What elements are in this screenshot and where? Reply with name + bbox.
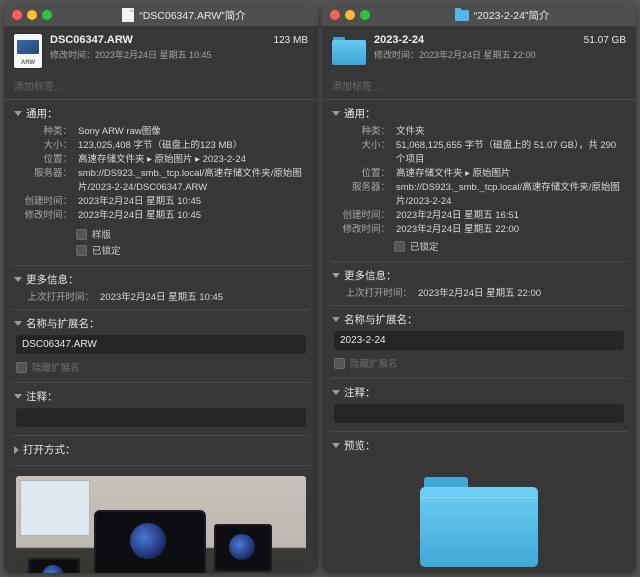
header-filename: 2023-2-24: [374, 34, 536, 46]
value-server: smb://DS923._smb._tcp.local/高速存储文件夹/原始图片…: [78, 167, 306, 195]
content-scroll[interactable]: 通用： 种类：文件夹 大小：51,068,125,655 字节（磁盘上的 51.…: [322, 100, 636, 573]
header-filename: DSC06347.ARW: [50, 34, 212, 46]
checkbox-icon: [334, 358, 345, 369]
disclosure-triangle-icon: [14, 394, 22, 399]
titlebar[interactable]: “2023-2-24”简介: [322, 4, 636, 26]
disclosure-triangle-icon: [332, 273, 340, 278]
checkbox-icon: [76, 229, 87, 240]
header-meta: DSC06347.ARW 修改时间：2023年2月24日 星期五 10:45: [50, 34, 212, 61]
window-title-text: “DSC06347.ARW”简介: [139, 8, 246, 23]
value-where: 高速存储文件夹 ▸ 原始图片: [396, 167, 624, 181]
disclosure-triangle-icon: [332, 317, 340, 322]
value-last-open: 2023年2月24日 星期五 10:45: [100, 291, 306, 305]
value-kind: Sony ARW raw图像: [78, 125, 306, 139]
section-header-name-ext[interactable]: 名称与扩展名：: [332, 312, 626, 327]
header-icon: [332, 34, 366, 68]
minimize-button[interactable]: [27, 10, 37, 20]
header-modified: 修改时间：2023年2月24日 星期五 10:45: [50, 48, 212, 61]
folder-icon: [420, 477, 538, 567]
section-header-name-ext[interactable]: 名称与扩展名：: [14, 316, 308, 331]
header-modified: 修改时间：2023年2月24日 星期五 22:00: [374, 48, 536, 61]
header-size: 123 MB: [274, 34, 308, 46]
value-created: 2023年2月24日 星期五 10:45: [78, 195, 306, 209]
name-input[interactable]: [16, 335, 306, 354]
section-header-general[interactable]: 通用：: [14, 106, 308, 121]
section-header-comments[interactable]: 注释：: [332, 385, 626, 400]
section-header-more[interactable]: 更多信息：: [332, 268, 626, 283]
section-open-with: 打开方式：: [12, 435, 310, 465]
disclosure-triangle-icon: [332, 390, 340, 395]
checkbox-hide-ext[interactable]: 隐藏扩展名: [332, 354, 626, 374]
value-server: smb://DS923._smb._tcp.local/高速存储文件夹/原始图片…: [396, 181, 624, 209]
disclosure-triangle-icon: [332, 111, 340, 116]
header: 2023-2-24 修改时间：2023年2月24日 星期五 22:00 51.0…: [322, 26, 636, 74]
section-name-ext: 名称与扩展名： 隐藏扩展名: [330, 305, 628, 378]
checkbox-icon: [76, 245, 87, 256]
titlebar[interactable]: “DSC06347.ARW”简介: [4, 4, 318, 26]
section-name-ext: 名称与扩展名： 隐藏扩展名: [12, 309, 310, 382]
file-icon: [122, 8, 134, 22]
comments-input[interactable]: [334, 404, 624, 423]
disclosure-triangle-icon: [14, 277, 22, 282]
checkbox-locked[interactable]: 已锁定: [332, 237, 626, 257]
disclosure-triangle-icon: [14, 321, 22, 326]
checkbox-icon: [16, 362, 27, 373]
value-where: 高速存储文件夹 ▸ 原始图片 ▸ 2023-2-24: [78, 153, 306, 167]
section-more-info: 更多信息： 上次打开时间：2023年2月24日 星期五 10:45: [12, 265, 310, 309]
folder-icon: [455, 10, 469, 21]
section-header-open-with[interactable]: 打开方式：: [14, 442, 308, 457]
value-modified: 2023年2月24日 星期五 10:45: [78, 209, 306, 223]
preview-image: [16, 476, 306, 573]
section-general: 通用： 种类：文件夹 大小：51,068,125,655 字节（磁盘上的 51.…: [330, 100, 628, 261]
value-size: 51,068,125,655 字节（磁盘上的 51.07 GB），共 290 个…: [396, 139, 624, 167]
disclosure-triangle-icon: [14, 446, 19, 454]
section-header-more[interactable]: 更多信息：: [14, 272, 308, 287]
section-general: 通用： 种类：Sony ARW raw图像 大小：123,025,408 字节（…: [12, 100, 310, 265]
checkbox-hide-ext[interactable]: 隐藏扩展名: [14, 358, 308, 378]
header-meta: 2023-2-24 修改时间：2023年2月24日 星期五 22:00: [374, 34, 536, 61]
value-kind: 文件夹: [396, 125, 624, 139]
section-preview: [12, 465, 310, 573]
section-preview: 预览：: [330, 431, 628, 573]
section-comments: 注释：: [330, 378, 628, 431]
traffic-lights: [330, 10, 370, 20]
info-window-file: “DSC06347.ARW”简介 DSC06347.ARW 修改时间：2023年…: [4, 4, 318, 573]
info-window-folder: “2023-2-24”简介 2023-2-24 修改时间：2023年2月24日 …: [322, 4, 636, 573]
name-input[interactable]: [334, 331, 624, 350]
checkbox-stationery[interactable]: 样版: [76, 227, 308, 241]
add-tags-field[interactable]: 添加标签…: [4, 74, 318, 100]
comments-input[interactable]: [16, 408, 306, 427]
minimize-button[interactable]: [345, 10, 355, 20]
section-comments: 注释：: [12, 382, 310, 435]
preview-folder: [332, 457, 626, 573]
header: DSC06347.ARW 修改时间：2023年2月24日 星期五 10:45 1…: [4, 26, 318, 74]
section-header-comments[interactable]: 注释：: [14, 389, 308, 404]
disclosure-triangle-icon: [332, 443, 340, 448]
window-title: “DSC06347.ARW”简介: [58, 8, 310, 23]
header-size: 51.07 GB: [584, 34, 626, 46]
window-title-text: “2023-2-24”简介: [474, 8, 550, 23]
section-header-preview[interactable]: 预览：: [332, 438, 626, 453]
disclosure-triangle-icon: [14, 111, 22, 116]
close-button[interactable]: [330, 10, 340, 20]
header-icon: [14, 34, 42, 68]
zoom-button[interactable]: [360, 10, 370, 20]
close-button[interactable]: [12, 10, 22, 20]
value-last-open: 2023年2月24日 星期五 22:00: [418, 287, 624, 301]
zoom-button[interactable]: [42, 10, 52, 20]
content-scroll[interactable]: 通用： 种类：Sony ARW raw图像 大小：123,025,408 字节（…: [4, 100, 318, 573]
section-more-info: 更多信息： 上次打开时间：2023年2月24日 星期五 22:00: [330, 261, 628, 305]
value-created: 2023年2月24日 星期五 16:51: [396, 209, 624, 223]
traffic-lights: [12, 10, 52, 20]
checkbox-icon: [394, 241, 405, 252]
value-modified: 2023年2月24日 星期五 22:00: [396, 223, 624, 237]
checkbox-locked[interactable]: 已锁定: [76, 243, 308, 257]
window-title: “2023-2-24”简介: [376, 8, 628, 23]
add-tags-field[interactable]: 添加标签…: [322, 74, 636, 100]
value-size: 123,025,408 字节（磁盘上的123 MB）: [78, 139, 306, 153]
section-header-general[interactable]: 通用：: [332, 106, 626, 121]
